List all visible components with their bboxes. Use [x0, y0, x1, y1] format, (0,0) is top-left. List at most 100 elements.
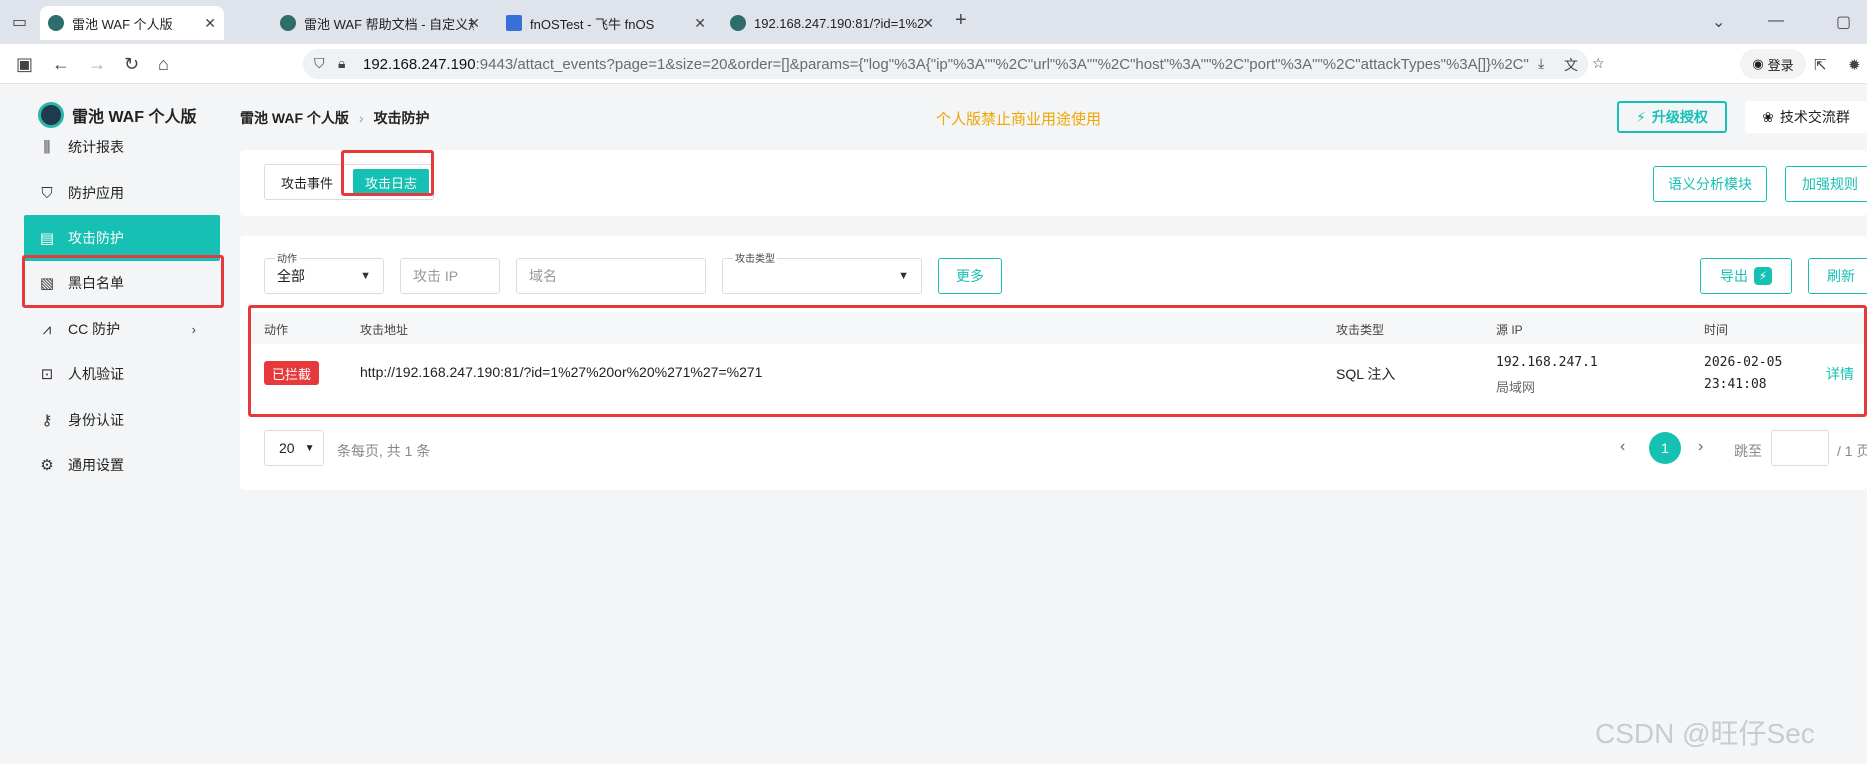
- waf-favicon-icon: [730, 15, 746, 31]
- enhanced-rules-button[interactable]: 加强规则: [1785, 166, 1867, 202]
- wave-icon: ⩘: [42, 320, 52, 338]
- action-select[interactable]: 动作 全部 ▼: [264, 250, 384, 294]
- user-icon: ◉: [1752, 56, 1764, 71]
- tab-actions-icon[interactable]: ▭: [12, 12, 27, 32]
- url-host: 192.168.247.190: [363, 55, 476, 73]
- translate-icon[interactable]: 文: [1564, 55, 1578, 75]
- highlight-annotation: [341, 150, 434, 196]
- upgrade-label: 升级授权: [1651, 109, 1708, 125]
- sidebar-item-authentication[interactable]: ⚷ 身份认证: [24, 397, 220, 443]
- attack-type-select[interactable]: 攻击类型 ▼: [722, 250, 922, 294]
- bar-chart-icon: ⫼: [43, 138, 51, 156]
- breadcrumb-current: 攻击防护: [373, 110, 430, 126]
- browser-tab-target[interactable]: 192.168.247.190:81/?id=1%2 ✕: [722, 6, 942, 40]
- minimize-icon[interactable]: —: [1768, 12, 1784, 30]
- highlight-annotation: [248, 305, 1867, 417]
- export-badge-icon: ⚡: [1754, 267, 1772, 285]
- caret-down-icon: ▼: [898, 270, 909, 282]
- document-shield-icon: ▤: [39, 230, 55, 247]
- domain-input[interactable]: 域名: [516, 258, 706, 294]
- chevron-right-icon: ›: [191, 321, 196, 337]
- more-filters-button[interactable]: 更多: [938, 258, 1002, 294]
- caret-down-icon: ▼: [360, 270, 371, 282]
- extensions-icon[interactable]: ✹: [1848, 56, 1861, 74]
- maximize-icon[interactable]: ▢: [1836, 12, 1851, 32]
- tab-attack-events[interactable]: 攻击事件: [269, 169, 345, 196]
- prev-page-icon[interactable]: ‹: [1620, 438, 1625, 456]
- lightning-icon: ⚡: [1636, 108, 1646, 125]
- browser-toolbar: ▣ ← → ↻ ⌂ 192.168.247.190:9443/attact_ev…: [0, 44, 1867, 84]
- breadcrumb-separator-icon: ›: [358, 110, 364, 126]
- page-size-value: 20: [279, 440, 295, 456]
- highlight-annotation: [22, 255, 224, 308]
- caret-down-icon: ▼: [304, 442, 315, 454]
- key-icon: ⚷: [41, 412, 53, 429]
- csdn-watermark: CSDN @旺仔Sec: [1595, 718, 1815, 749]
- sidebar-toggle-icon[interactable]: ▣: [16, 54, 33, 75]
- fnos-favicon-icon: [506, 15, 522, 31]
- sidebar-item-cc-protection[interactable]: ⩘ CC 防护 ›: [24, 306, 220, 352]
- jump-to-page-input[interactable]: [1771, 430, 1829, 466]
- new-tab-icon[interactable]: +: [955, 9, 967, 32]
- community-group-button[interactable]: ❀ 技术交流群: [1745, 101, 1867, 133]
- home-icon[interactable]: ⌂: [158, 54, 169, 75]
- back-arrow-icon[interactable]: ←: [52, 54, 70, 75]
- tab-list-chevron-icon[interactable]: ⌄: [1712, 12, 1725, 32]
- upgrade-license-button[interactable]: ⚡ 升级授权: [1617, 101, 1727, 133]
- sidebar-item-captcha[interactable]: ⊡ 人机验证: [24, 351, 220, 397]
- close-tab-icon[interactable]: ✕: [694, 15, 706, 32]
- share-icon[interactable]: ⇱: [1814, 56, 1827, 74]
- close-tab-icon[interactable]: ✕: [922, 15, 934, 32]
- export-button[interactable]: 导出 ⚡: [1700, 258, 1792, 294]
- tab-title: 192.168.247.190:81/?id=1%2: [754, 15, 924, 31]
- group-label: 技术交流群: [1779, 109, 1850, 125]
- sidebar-item-protected-apps[interactable]: ⛉ 防护应用: [24, 170, 220, 216]
- browser-tab-waf[interactable]: 雷池 WAF 个人版 ✕: [40, 6, 224, 40]
- sidebar-item-settings[interactable]: ⚙ 通用设置: [24, 442, 220, 488]
- attack-ip-input[interactable]: 攻击 IP: [400, 258, 500, 294]
- site-info-icon[interactable]: ⛉: [314, 55, 325, 72]
- browser-tab-fnos[interactable]: fnOSTest - 飞牛 fnOS ✕: [498, 6, 714, 40]
- shield-icon: ⛉: [41, 184, 53, 202]
- total-pages-label: / 1 页: [1837, 443, 1867, 459]
- breadcrumb: 雷池 WAF 个人版 › 攻击防护: [240, 108, 430, 128]
- gear-icon: ⚙: [40, 457, 54, 474]
- sidebar-item-label: 攻击防护: [68, 230, 124, 246]
- attack-type-label: 攻击类型: [733, 250, 777, 265]
- sidebar-item-label: 统计报表: [68, 139, 124, 155]
- sidebar-item-statistics[interactable]: ⫼ 统计报表: [24, 124, 220, 170]
- tab-title: 雷池 WAF 个人版: [72, 16, 173, 32]
- refresh-button[interactable]: 刷新: [1808, 258, 1867, 294]
- waf-favicon-icon: [48, 15, 64, 31]
- url-path: :9443/attact_events?page=1&size=20&order…: [475, 55, 1529, 73]
- next-page-icon[interactable]: ›: [1698, 438, 1703, 456]
- breadcrumb-root[interactable]: 雷池 WAF 个人版: [240, 108, 349, 128]
- forward-arrow-icon[interactable]: →: [88, 54, 106, 75]
- lock-warning-icon[interactable]: 🔒︎: [338, 55, 345, 72]
- tab-title: 雷池 WAF 帮助文档 - 自定义规: [304, 16, 474, 32]
- action-label: 动作: [275, 250, 299, 265]
- login-label: 登录: [1767, 57, 1794, 73]
- favorite-star-icon[interactable]: ☆: [1592, 55, 1605, 72]
- browser-tab-bar: ▭ 雷池 WAF 个人版 ✕ 雷池 WAF 帮助文档 - 自定义规 ✕ fnOS…: [0, 0, 1867, 44]
- browser-login-button[interactable]: ◉ 登录: [1740, 49, 1806, 79]
- action-value: 全部: [277, 268, 305, 284]
- semantic-analysis-button[interactable]: 语义分析模块: [1653, 166, 1767, 202]
- page-size-select[interactable]: 20 ▼: [264, 430, 324, 466]
- reload-icon[interactable]: ↻: [124, 54, 139, 75]
- robot-icon: ⊡: [40, 366, 54, 383]
- url-field[interactable]: 192.168.247.190:9443/attact_events?page=…: [303, 49, 1588, 79]
- sidebar-item-label: 通用设置: [68, 457, 124, 473]
- view-tabs-card: [240, 150, 1867, 216]
- sidebar-item-label: CC 防护: [68, 321, 121, 337]
- pagination-summary: 条每页, 共 1 条: [337, 443, 431, 459]
- close-tab-icon[interactable]: ✕: [204, 15, 216, 32]
- export-label: 导出: [1720, 268, 1748, 284]
- page-number-current[interactable]: 1: [1649, 432, 1681, 464]
- jump-to-label: 跳至: [1734, 443, 1762, 459]
- close-tab-icon[interactable]: ✕: [468, 15, 480, 32]
- browser-tab-docs[interactable]: 雷池 WAF 帮助文档 - 自定义规 ✕: [272, 6, 488, 40]
- sidebar: 雷池 WAF 个人版 ⫼ 统计报表 ⛉ 防护应用 ▤ 攻击防护 ▧ 黑白名单 ⩘…: [0, 84, 228, 764]
- sidebar-item-label: 防护应用: [68, 185, 124, 201]
- download-icon[interactable]: ⤓: [1538, 55, 1544, 72]
